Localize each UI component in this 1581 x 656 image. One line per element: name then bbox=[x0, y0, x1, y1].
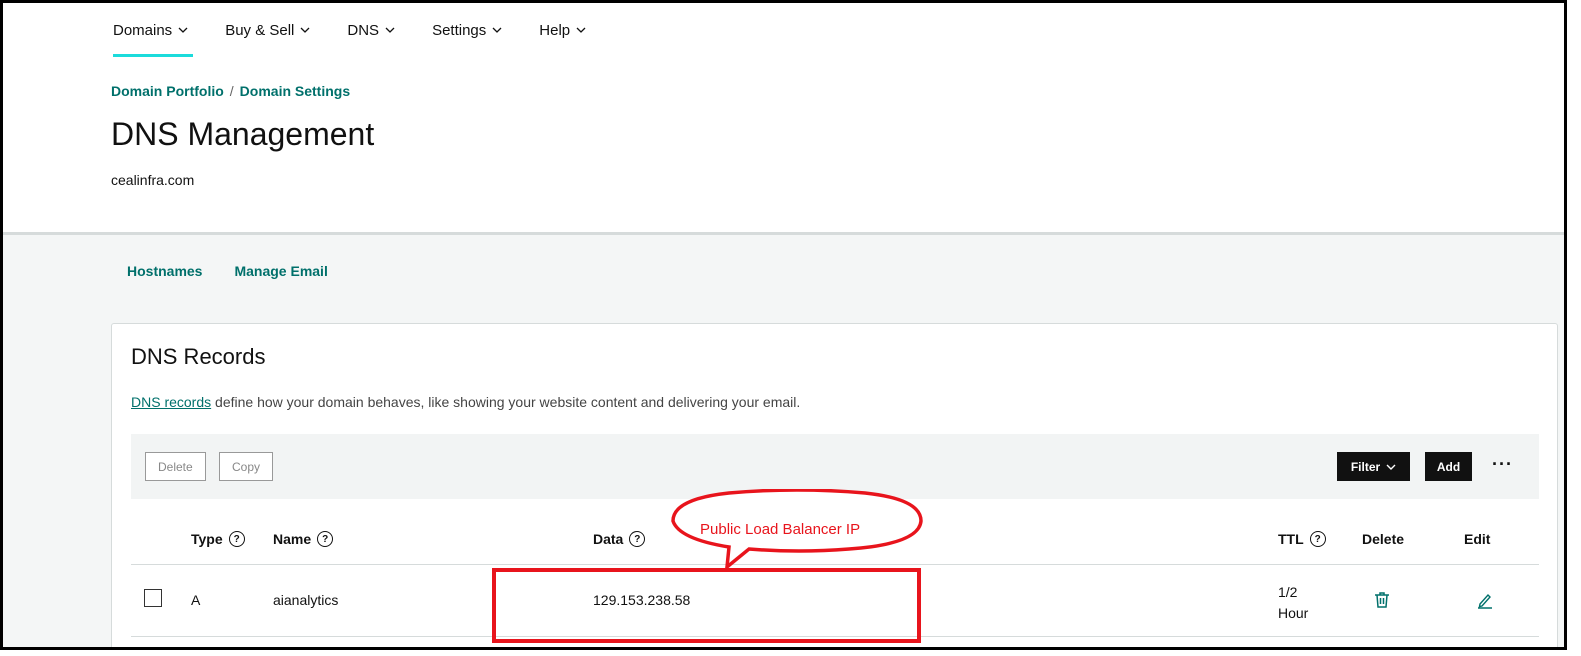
nav-buy-sell-label: Buy & Sell bbox=[225, 21, 295, 39]
column-header-type-label: Type bbox=[191, 531, 223, 547]
record-ttl-value: 1/2 bbox=[1278, 584, 1298, 600]
chevron-down-icon bbox=[492, 25, 502, 35]
record-ttl: 1/2 Hour bbox=[1278, 582, 1308, 624]
column-header-edit: Edit bbox=[1464, 531, 1490, 547]
chevron-down-icon bbox=[1386, 462, 1396, 472]
nav-dns[interactable]: DNS bbox=[347, 3, 395, 57]
page-title: DNS Management bbox=[111, 116, 375, 152]
nav-help[interactable]: Help bbox=[539, 3, 586, 57]
tab-hostnames[interactable]: Hostnames bbox=[127, 263, 202, 279]
nav-buy-sell[interactable]: Buy & Sell bbox=[225, 3, 310, 57]
filter-button[interactable]: Filter bbox=[1337, 452, 1410, 481]
column-header-type: Type ? bbox=[191, 531, 245, 547]
breadcrumb-domain-settings[interactable]: Domain Settings bbox=[240, 83, 350, 99]
highlight-box-annotation bbox=[492, 568, 921, 643]
column-header-data: Data ? bbox=[593, 531, 646, 547]
copy-button[interactable]: Copy bbox=[219, 452, 274, 481]
filter-button-label: Filter bbox=[1350, 459, 1381, 474]
pencil-icon[interactable] bbox=[1477, 591, 1493, 609]
help-icon[interactable]: ? bbox=[629, 531, 646, 547]
chevron-down-icon bbox=[576, 25, 586, 35]
domain-name: cealinfra.com bbox=[111, 172, 195, 188]
breadcrumb-separator: / bbox=[229, 83, 234, 99]
help-icon[interactable]: ? bbox=[317, 531, 334, 547]
record-name: aianalytics bbox=[273, 592, 339, 608]
chevron-down-icon bbox=[385, 25, 395, 35]
trash-icon[interactable] bbox=[1374, 591, 1390, 609]
nav-settings[interactable]: Settings bbox=[432, 3, 502, 57]
more-options-icon[interactable]: ··· bbox=[1492, 454, 1513, 475]
chevron-down-icon bbox=[300, 25, 310, 35]
column-header-name-label: Name bbox=[273, 531, 312, 547]
dns-records-link[interactable]: DNS records bbox=[131, 394, 211, 410]
breadcrumb: Domain Portfolio / Domain Settings bbox=[111, 83, 350, 99]
help-icon[interactable]: ? bbox=[1309, 531, 1326, 547]
column-header-edit-label: Edit bbox=[1464, 531, 1491, 547]
nav-domains-label: Domains bbox=[113, 21, 173, 39]
column-header-data-label: Data bbox=[593, 531, 624, 547]
nav-dns-label: DNS bbox=[347, 21, 380, 39]
column-header-delete: Delete bbox=[1362, 531, 1404, 547]
nav-help-label: Help bbox=[539, 21, 571, 39]
column-header-delete-label: Delete bbox=[1362, 531, 1405, 547]
column-header-name: Name ? bbox=[273, 531, 334, 547]
column-header-ttl: TTL ? bbox=[1278, 531, 1326, 547]
column-header-ttl-label: TTL bbox=[1278, 531, 1304, 547]
app-window: Domains Buy & Sell DNS Settings Help Dom… bbox=[0, 0, 1567, 650]
record-type: A bbox=[191, 592, 201, 608]
breadcrumb-domain-portfolio[interactable]: Domain Portfolio bbox=[111, 83, 224, 99]
add-button[interactable]: Add bbox=[1425, 452, 1472, 481]
chevron-down-icon bbox=[178, 25, 188, 35]
dns-records-description-text: define how your domain behaves, like sho… bbox=[211, 394, 801, 410]
dns-records-title: DNS Records bbox=[131, 344, 266, 369]
tab-manage-email[interactable]: Manage Email bbox=[234, 263, 327, 279]
help-icon[interactable]: ? bbox=[228, 531, 245, 547]
annotation-label: Public Load Balancer IP bbox=[700, 521, 861, 538]
row-checkbox[interactable] bbox=[144, 589, 162, 607]
record-ttl-unit: Hour bbox=[1278, 605, 1309, 621]
nav-domains[interactable]: Domains bbox=[113, 3, 194, 57]
delete-button[interactable]: Delete bbox=[145, 452, 206, 481]
dns-records-description: DNS records define how your domain behav… bbox=[131, 394, 800, 410]
nav-settings-label: Settings bbox=[432, 21, 487, 39]
top-nav: Domains Buy & Sell DNS Settings Help bbox=[113, 3, 623, 57]
subtabs: Hostnames Manage Email bbox=[127, 263, 328, 279]
